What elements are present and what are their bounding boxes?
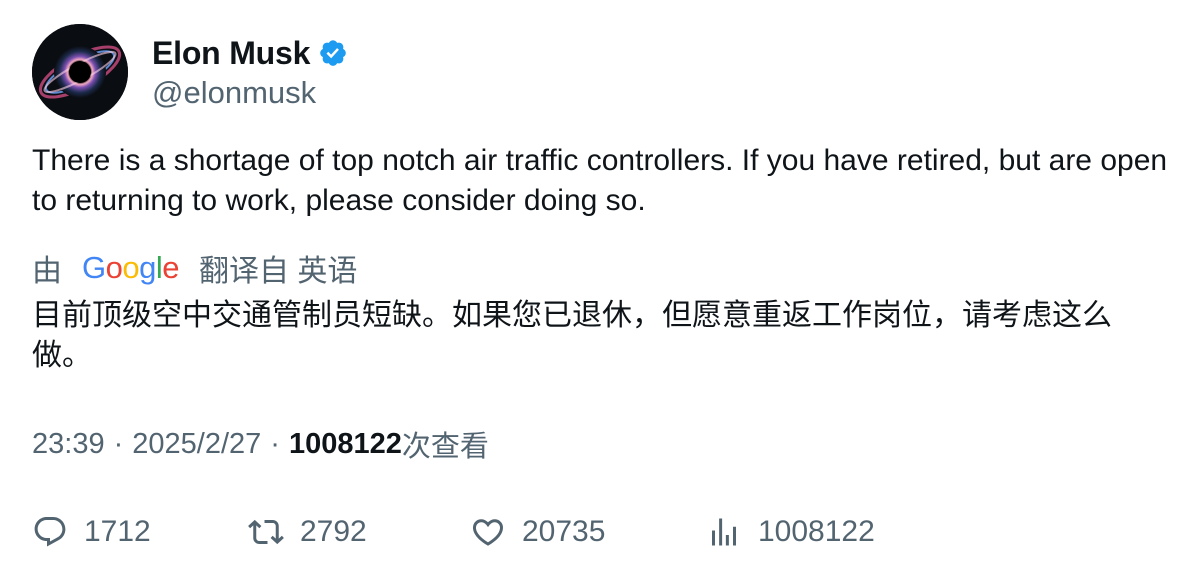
- meta-separator: ·: [270, 427, 280, 460]
- avatar[interactable]: [32, 24, 128, 120]
- name-row: Elon Musk: [152, 33, 348, 73]
- like-button[interactable]: 20735: [470, 510, 605, 554]
- translation-prefix: 由: [32, 255, 62, 288]
- tweet-header: Elon Musk @elonmusk: [32, 24, 348, 120]
- display-name[interactable]: Elon Musk: [152, 35, 310, 72]
- reply-button[interactable]: 1712: [32, 510, 151, 554]
- action-bar: 1712 2792 20735 1008122: [32, 510, 1172, 554]
- heart-icon: [472, 519, 504, 546]
- tweet-text: There is a shortage of top notch air tra…: [32, 144, 1168, 217]
- views-suffix: 次查看: [401, 431, 489, 463]
- translation-suffix[interactable]: 翻译自 英语: [199, 246, 357, 290]
- author-names: Elon Musk @elonmusk: [152, 33, 348, 111]
- retweet-count: 2792: [300, 515, 367, 548]
- views-action-count: 1008122: [758, 515, 875, 548]
- analytics-icon: [712, 518, 736, 546]
- views-count: 1008122: [288, 427, 402, 460]
- google-logo[interactable]: Google: [82, 250, 180, 286]
- translated-text: 目前顶级空中交通管制员短缺。如果您已退休，但愿意重返工作岗位，请考虑这么做。: [32, 299, 1112, 372]
- black-hole-avatar-icon: [32, 24, 128, 120]
- tweet-date[interactable]: 2025/2/27: [132, 428, 261, 461]
- views-button[interactable]: 1008122: [706, 510, 875, 554]
- meta-separator: ·: [113, 427, 124, 460]
- like-count: 20735: [522, 515, 606, 548]
- handle[interactable]: @elonmusk: [152, 75, 348, 111]
- reply-count: 1712: [84, 515, 151, 548]
- translation-attribution: 由 Google 翻译自 英语: [32, 246, 357, 290]
- tweet-meta: 23:39 · 2025/2/27 · 1008122 次查看: [32, 424, 489, 464]
- retweet-icon: [248, 519, 284, 545]
- tweet-time[interactable]: 23:39: [32, 428, 105, 461]
- retweet-button[interactable]: 2792: [248, 510, 367, 554]
- verified-badge-icon[interactable]: [318, 38, 348, 68]
- reply-icon: [34, 517, 66, 547]
